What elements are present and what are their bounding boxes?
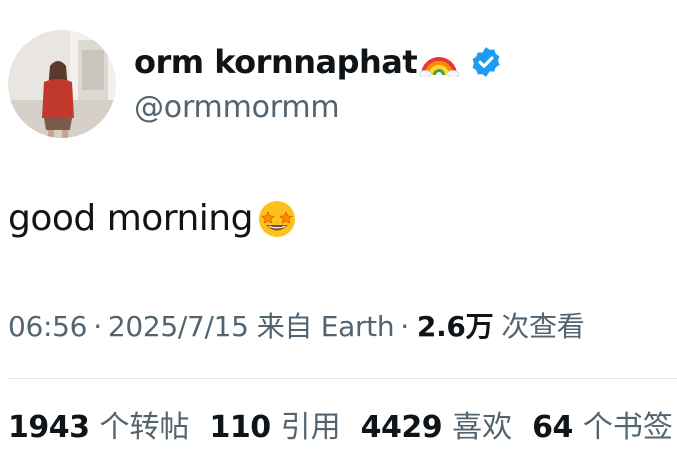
bookmarks-stat[interactable]: 64 个书签 bbox=[532, 402, 673, 446]
display-name[interactable]: orm kornnaphat bbox=[134, 43, 418, 81]
likes-stat[interactable]: 4429 喜欢 bbox=[361, 402, 513, 446]
bookmarks-count: 64 bbox=[532, 410, 573, 445]
tweet-text-content: good morning bbox=[8, 197, 253, 239]
star-struck-icon bbox=[255, 196, 299, 240]
tweet-header: orm kornnaphat @ormmormm bbox=[8, 30, 668, 140]
tweet-text: good morning bbox=[8, 196, 299, 240]
meta-separator: · bbox=[400, 310, 409, 343]
reposts-stat[interactable]: 1943 个转帖 bbox=[8, 402, 190, 446]
quotes-count: 110 bbox=[209, 410, 272, 445]
tweet-meta: 06:56 · 2025/7/15 来自 Earth · 2.6万 次查看 bbox=[8, 305, 585, 345]
views-label: 次查看 bbox=[501, 310, 585, 343]
meta-separator: · bbox=[93, 310, 102, 343]
divider bbox=[8, 378, 677, 379]
tweet-time[interactable]: 06:56 bbox=[8, 310, 88, 343]
display-name-row: orm kornnaphat bbox=[134, 40, 503, 84]
reposts-count: 1943 bbox=[8, 410, 90, 445]
reposts-label: 个转帖 bbox=[99, 410, 190, 445]
user-handle[interactable]: @ormmormm bbox=[134, 90, 340, 125]
verified-badge-icon bbox=[469, 45, 503, 79]
tweet-date[interactable]: 2025/7/15 bbox=[108, 310, 249, 343]
views-count: 2.6万 bbox=[416, 310, 494, 343]
quotes-label: 引用 bbox=[280, 410, 341, 445]
engagement-stats: 1943 个转帖 110 引用 4429 喜欢 64 个书签 bbox=[8, 402, 677, 446]
quotes-stat[interactable]: 110 引用 bbox=[210, 402, 341, 446]
tweet-source: 来自 Earth bbox=[256, 310, 395, 343]
likes-count: 4429 bbox=[360, 410, 443, 445]
rainbow-icon bbox=[418, 47, 460, 78]
bookmarks-label: 个书签 bbox=[582, 410, 673, 445]
likes-label: 喜欢 bbox=[452, 410, 513, 445]
avatar[interactable] bbox=[8, 30, 116, 138]
